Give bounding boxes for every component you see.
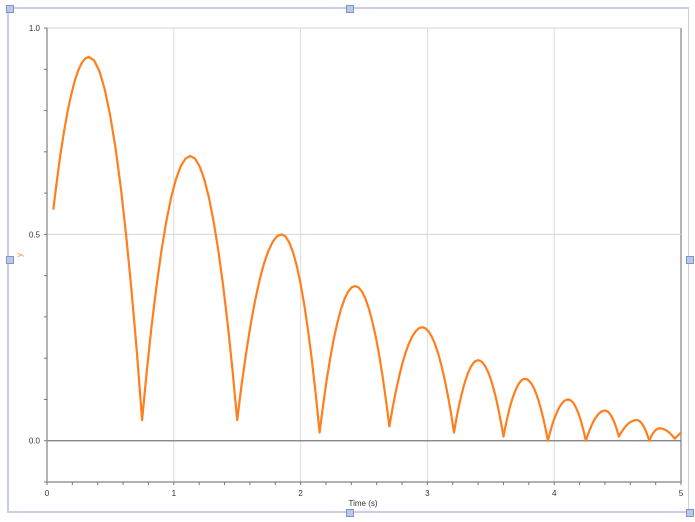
y-tick-label: 1.0 [29,24,41,33]
x-axis-title: Time (s) [348,499,377,508]
series-line-y [52,55,682,442]
y-tick-label: 0.5 [29,230,41,239]
x-tick-label: 2 [298,489,303,498]
x-tick-label: 4 [552,489,557,498]
line-chart: 0 1 2 3 4 5 0.0 0.5 1.0 Time (s) y [15,24,684,508]
x-tick-label: 1 [172,489,177,498]
x-tick-label: 5 [679,489,684,498]
x-tick-label: 3 [425,489,430,498]
y-axis-title: y [15,253,24,257]
y-tick-label: 0.0 [29,437,41,446]
x-tick-label: 0 [45,489,50,498]
